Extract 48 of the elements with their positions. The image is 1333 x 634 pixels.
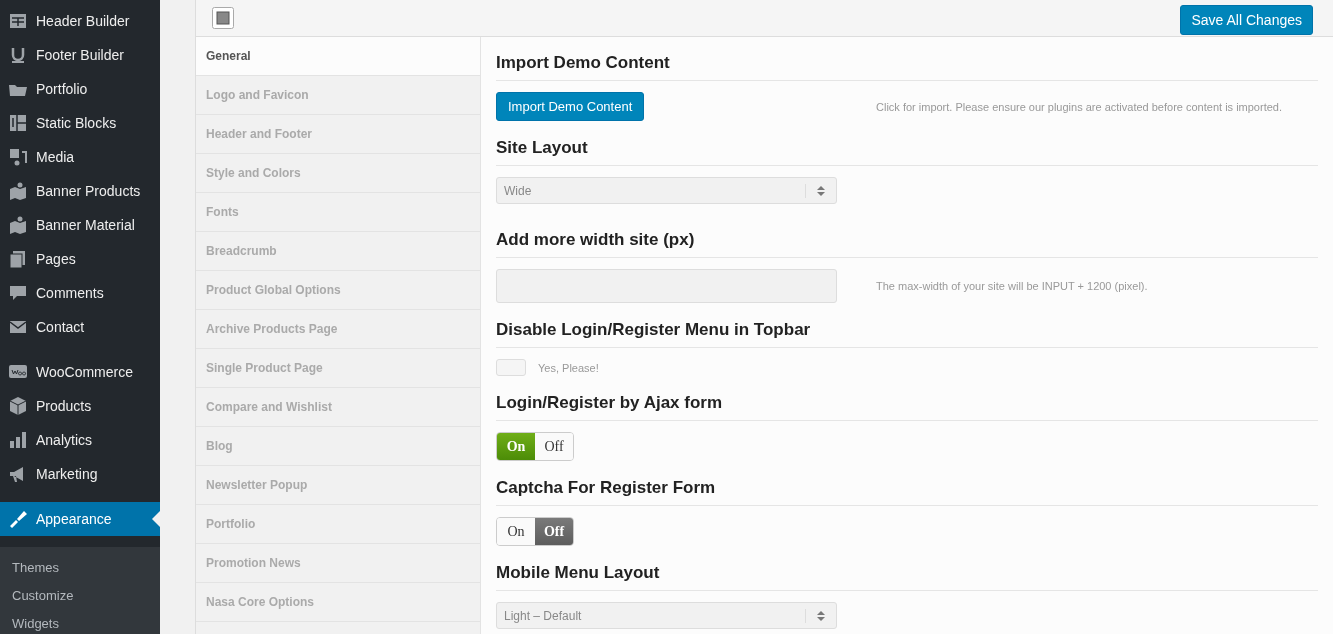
sidebar-item[interactable]: Static Blocks xyxy=(0,106,160,140)
sidebar-item[interactable]: Pages xyxy=(0,242,160,276)
sidebar-item[interactable]: Header Builder xyxy=(0,4,160,38)
menu-icon xyxy=(8,11,28,31)
checkbox[interactable] xyxy=(496,359,526,376)
menu-icon xyxy=(8,430,28,450)
import-button[interactable]: Import Demo Content xyxy=(496,92,645,121)
sidebar-item[interactable]: Footer Builder xyxy=(0,38,160,72)
sidebar-item[interactable]: Products xyxy=(0,389,160,423)
sidebar-item[interactable]: Comments xyxy=(0,276,160,310)
checkbox-label: Yes, Please! xyxy=(538,361,599,374)
options-tab[interactable]: General xyxy=(196,37,480,76)
on-off-switch[interactable]: On Off xyxy=(496,517,574,546)
sidebar-item[interactable]: Contact xyxy=(0,310,160,344)
section-title: Import Demo Content xyxy=(496,53,1318,81)
sidebar-item[interactable]: Marketing xyxy=(0,457,160,491)
submenu-item[interactable]: Themes xyxy=(0,554,160,582)
select-field[interactable]: Light – Default xyxy=(496,602,837,629)
sidebar-item[interactable]: Banner Products xyxy=(0,174,160,208)
section-title: Add more width site (px) xyxy=(496,230,1318,258)
on-off-switch[interactable]: On Off xyxy=(496,432,574,461)
sidebar-item[interactable]: Analytics xyxy=(0,423,160,457)
field-description: Click for import. Please ensure our plugins are activated before content is imported. xyxy=(876,100,1282,113)
menu-icon xyxy=(8,215,28,235)
save-all-button[interactable]: Save All Changes xyxy=(1180,5,1313,35)
panel-icon xyxy=(212,7,234,29)
submenu-item[interactable]: Widgets xyxy=(0,610,160,634)
section-title: Disable Login/Register Menu in Topbar xyxy=(496,320,1318,348)
menu-icon xyxy=(8,509,28,529)
select-field[interactable]: Wide xyxy=(496,177,837,204)
sidebar-item[interactable]: Portfolio xyxy=(0,72,160,106)
menu-icon xyxy=(8,181,28,201)
section-title: Site Layout xyxy=(496,138,1318,166)
width-input[interactable] xyxy=(496,269,837,303)
section-title: Mobile Menu Layout xyxy=(496,563,1318,591)
sidebar-item[interactable]: Appearance xyxy=(0,502,160,536)
sidebar-item[interactable]: Banner Material xyxy=(0,208,160,242)
menu-icon xyxy=(8,283,28,303)
section-title: Login/Register by Ajax form xyxy=(496,393,1318,421)
section-title: Captcha For Register Form xyxy=(496,478,1318,506)
sidebar-item[interactable]: Media xyxy=(0,140,160,174)
menu-icon xyxy=(8,249,28,269)
menu-icon xyxy=(8,147,28,167)
submenu-item[interactable]: Customize xyxy=(0,582,160,610)
menu-icon xyxy=(8,396,28,416)
menu-icon xyxy=(8,113,28,133)
sidebar-item[interactable]: WooCommerce xyxy=(0,355,160,389)
field-description: The max-width of your site will be INPUT + 1200 (pixel). xyxy=(876,280,1148,292)
